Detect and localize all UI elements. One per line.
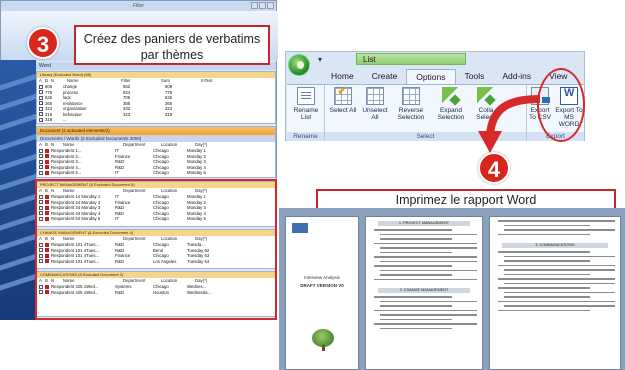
group-rename: Rename List Rename bbox=[287, 85, 325, 141]
row-checkbox[interactable] bbox=[39, 148, 43, 153]
documents-bar[interactable]: Document (2 activated elements/2) bbox=[37, 127, 275, 135]
words-library-panel: Library (Excluded Word) (88) A B N Name … bbox=[36, 71, 276, 124]
cell-n: 318 bbox=[45, 117, 53, 122]
cell-day: Monday 5 bbox=[187, 170, 206, 175]
table-row[interactable]: Respondent 5... IT Chicago Monday 5 bbox=[37, 170, 275, 176]
unselect-all-button[interactable]: Unselect All bbox=[359, 87, 391, 121]
report-page-3: 3. COMMUNICATIONS bbox=[489, 216, 621, 370]
group-label-rename: Rename bbox=[287, 132, 324, 141]
row-checkbox[interactable] bbox=[39, 170, 43, 175]
cell-name: Respondent 5... bbox=[51, 170, 82, 175]
step-3-callout: Créez des paniers de verbatims par thème… bbox=[74, 25, 270, 65]
cell-name: ... bbox=[63, 117, 67, 122]
section-heading: 2. CHANGE MANAGEMENT bbox=[378, 288, 470, 293]
maximize-button[interactable] bbox=[259, 2, 266, 9]
row-checkbox[interactable] bbox=[39, 95, 43, 100]
close-button[interactable] bbox=[267, 2, 274, 9]
document-icon bbox=[45, 148, 49, 153]
select-all-button[interactable]: Select All bbox=[327, 87, 359, 114]
cell-dept: IT bbox=[115, 170, 119, 175]
document-rows: Respondent 1... IT Chicago Monday 1 Responde… bbox=[37, 148, 275, 176]
step-4-badge: 4 bbox=[478, 152, 510, 184]
tab-tools[interactable]: Tools bbox=[456, 69, 494, 84]
tree-trunk bbox=[322, 345, 325, 351]
reverse-selection-button[interactable]: Reverse Selection bbox=[393, 87, 429, 121]
select-all-icon bbox=[334, 87, 352, 105]
row-checkbox[interactable] bbox=[39, 159, 43, 164]
unselect-all-icon bbox=[366, 87, 384, 105]
section-heading: 1. PROJECT MANAGEMENT bbox=[378, 221, 470, 226]
report-cover-page: Interview Analysis DRAFT VERSION V0 bbox=[285, 216, 359, 370]
document-icon bbox=[45, 165, 49, 170]
unselect-all-label: Unselect All bbox=[362, 107, 388, 121]
rename-list-label: Rename List bbox=[293, 107, 319, 121]
tab-home[interactable]: Home bbox=[322, 69, 363, 84]
documents-panel: Document (2 activated elements/2) Docume… bbox=[36, 126, 276, 178]
report-page-2: 1. PROJECT MANAGEMENT 2. CHANGE MANAGEME… bbox=[365, 216, 483, 370]
list-icon bbox=[297, 87, 315, 105]
word-rows: 806 change 852 809 779 process 824 779 626 lack 70… bbox=[37, 84, 275, 123]
documents-header: Documents / Words (2 Excluded Documents … bbox=[37, 135, 275, 142]
reverse-selection-icon bbox=[402, 87, 420, 105]
minimize-button[interactable] bbox=[251, 2, 258, 9]
quick-access-dropdown[interactable]: ▾ bbox=[318, 55, 322, 64]
tab-options[interactable]: Options bbox=[406, 69, 456, 84]
word-report-preview: Interview Analysis DRAFT VERSION V0 1. P… bbox=[279, 208, 625, 370]
row-checkbox[interactable] bbox=[39, 154, 43, 159]
expand-icon bbox=[442, 87, 460, 105]
step-3-badge: 3 bbox=[27, 27, 59, 59]
app-titlebar: Filter bbox=[1, 1, 276, 11]
table-row[interactable]: 318... bbox=[37, 117, 275, 123]
cell-intext bbox=[165, 117, 205, 123]
row-checkbox[interactable] bbox=[39, 106, 43, 111]
row-checkbox[interactable] bbox=[39, 165, 43, 170]
expand-selection-label: Expand Selection bbox=[437, 107, 465, 121]
window-controls bbox=[251, 2, 274, 9]
expand-selection-button[interactable]: Expand Selection bbox=[433, 87, 469, 121]
section-heading: 3. COMMUNICATIONS bbox=[502, 243, 608, 248]
row-checkbox[interactable] bbox=[39, 117, 43, 122]
document-icon bbox=[45, 159, 49, 164]
reverse-selection-label: Reverse Selection bbox=[397, 107, 425, 121]
document-icon bbox=[45, 154, 49, 159]
row-checkbox[interactable] bbox=[39, 101, 43, 106]
context-tab-list[interactable]: List bbox=[356, 53, 466, 65]
row-checkbox[interactable] bbox=[39, 90, 43, 95]
rename-list-button[interactable]: Rename List bbox=[290, 87, 322, 121]
tree-logo-icon bbox=[297, 61, 304, 69]
cell-loc: Chicago bbox=[153, 170, 169, 175]
side-decoration bbox=[0, 60, 36, 320]
select-all-label: Select All bbox=[329, 107, 357, 114]
baskets-highlight-frame bbox=[35, 179, 277, 320]
report-subtitle: DRAFT VERSION V0 bbox=[300, 283, 344, 288]
app-title: Filter bbox=[132, 3, 145, 9]
row-checkbox[interactable] bbox=[39, 84, 43, 89]
report-title: Interview Analysis bbox=[304, 275, 340, 280]
tab-add-ins[interactable]: Add-ins bbox=[493, 69, 540, 84]
ribbon-tabs: Home Create Options Tools Add-ins View bbox=[322, 69, 576, 84]
document-icon bbox=[45, 170, 49, 175]
row-checkbox[interactable] bbox=[39, 112, 43, 117]
cell-sum bbox=[123, 117, 165, 123]
report-logo bbox=[292, 223, 308, 233]
col-intext[interactable]: InText bbox=[201, 78, 241, 84]
curved-arrow-icon bbox=[478, 95, 541, 153]
app-menu-orb[interactable] bbox=[288, 54, 310, 76]
tab-create[interactable]: Create bbox=[363, 69, 407, 84]
